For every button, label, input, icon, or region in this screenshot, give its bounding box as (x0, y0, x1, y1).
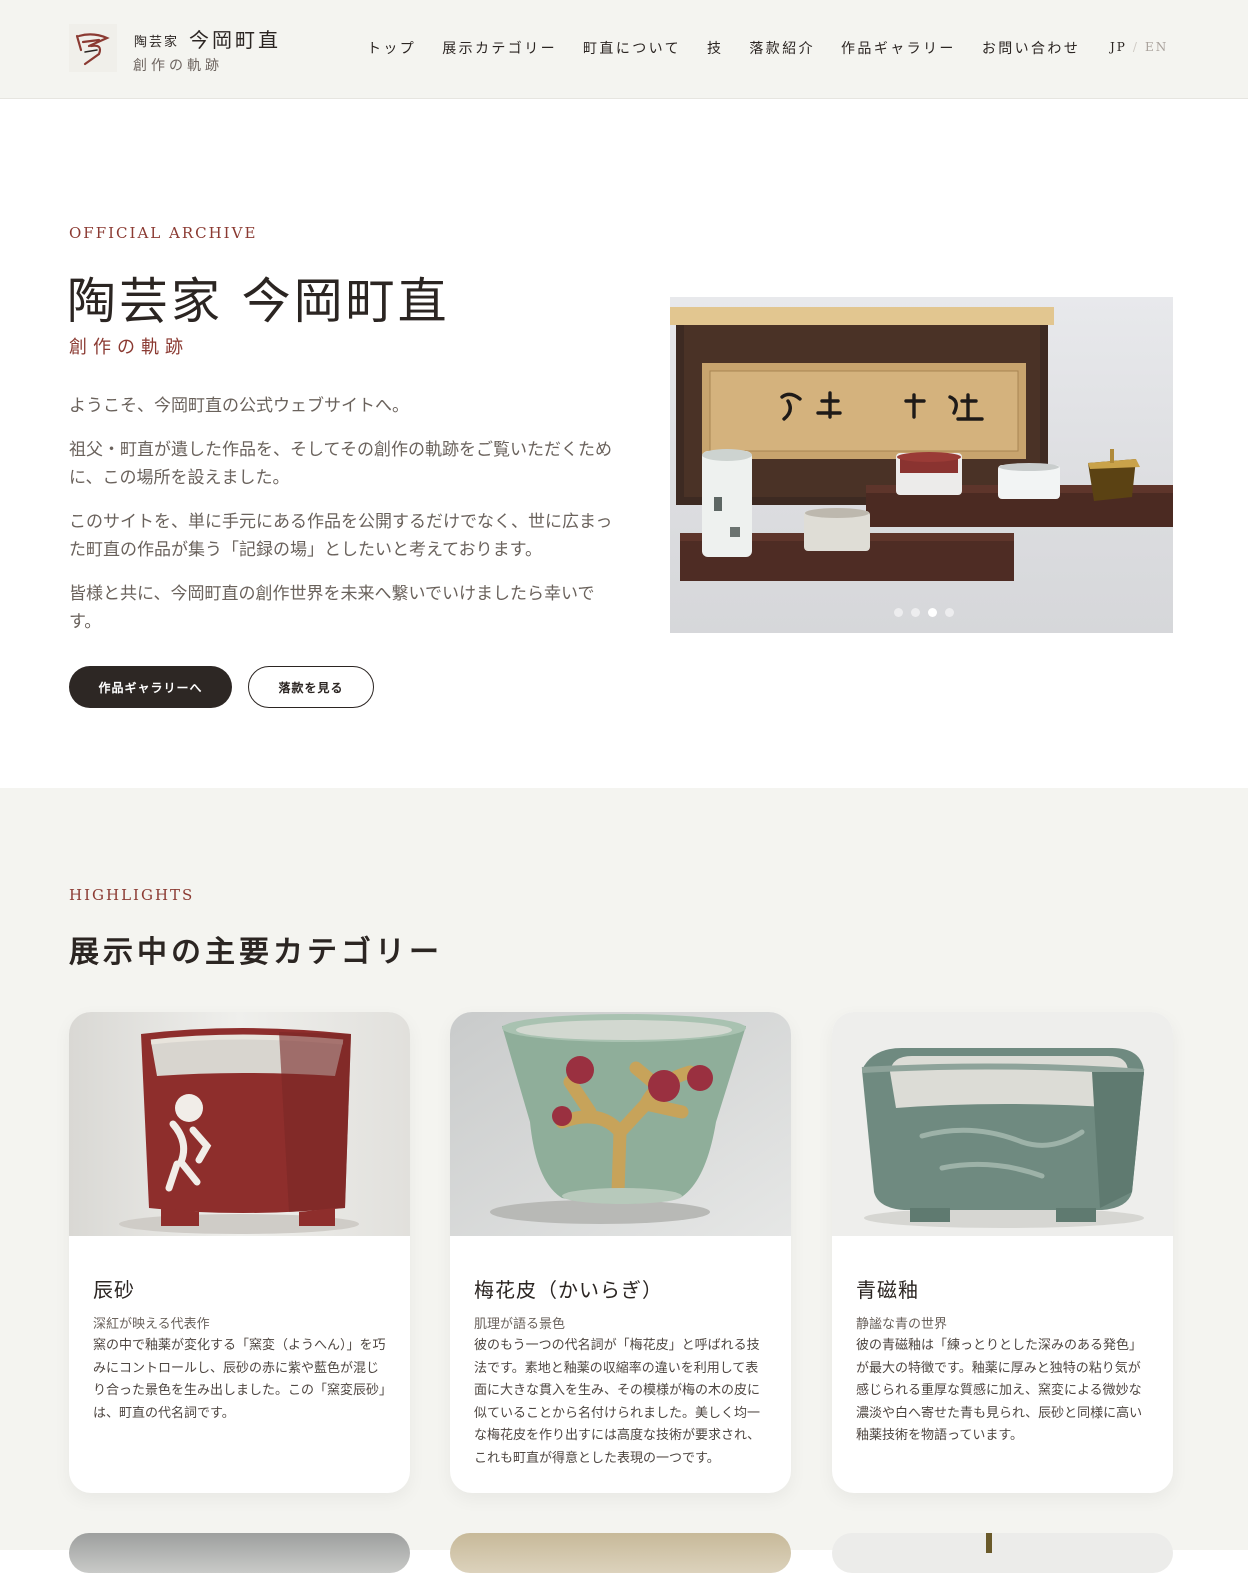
highlights-eyebrow: HIGHLIGHTS (69, 886, 195, 904)
nav-item-contact[interactable]: お問い合わせ (982, 38, 1080, 60)
logo-name[interactable]: 今岡町直 (189, 24, 281, 53)
slider-dot-active[interactable] (928, 608, 937, 617)
nav-item-top[interactable]: トップ (367, 38, 416, 60)
hero-paragraph: 祖父・町直が遺した作品を、そしてその創作の軌跡をご覧いただくために、この場所を設… (69, 440, 612, 488)
card-title: 辰砂 (93, 1278, 135, 1302)
card-description: 彼のもう一つの代名詞が「梅花皮」と呼ばれる技法です。素地と釉薬の収縮率の違いを利… (474, 1338, 761, 1466)
site-header: 陶芸家 今岡町直 創作の軌跡 トップ 展示カテゴリー 町直について 技 落款紹介… (0, 0, 1248, 99)
slider-dot[interactable] (945, 608, 954, 617)
nav-item-categories[interactable]: 展示カテゴリー (442, 38, 557, 60)
hero-eyebrow: OFFICIAL ARCHIVE (69, 224, 258, 242)
card-title: 梅花皮（かいらぎ） (474, 1278, 663, 1302)
hero-slide-image (670, 307, 1173, 581)
category-card-next[interactable] (69, 1533, 410, 1573)
category-card-next[interactable] (832, 1533, 1173, 1573)
card-subtitle: 静謐な青の世界 (856, 1317, 948, 1332)
hero-intro: ようこそ、今岡町直の公式ウェブサイトへ。 祖父・町直が遺した作品を、そしてその創… (69, 392, 617, 652)
category-card-shinsha[interactable]: 辰砂 深紅が映える代表作 窯の中で釉薬が変化する「窯変（ようへん）」を巧みにコン… (69, 1012, 410, 1493)
card-subtitle: 深紅が映える代表作 (93, 1317, 210, 1332)
logo-icon[interactable] (69, 24, 117, 72)
card-image (69, 1012, 410, 1236)
category-card-next[interactable] (450, 1533, 791, 1573)
gallery-button[interactable]: 作品ギャラリーへ (69, 666, 232, 708)
highlights-title: 展示中の主要カテゴリー (69, 935, 443, 970)
hero-paragraph: 皆様と共に、今岡町直の創作世界を未来へ繋いでいけましたら幸いです。 (69, 584, 595, 632)
card-image (832, 1012, 1173, 1236)
slider-dot[interactable] (911, 608, 920, 617)
slider-dot[interactable] (894, 608, 903, 617)
lang-separator: / (1132, 40, 1139, 54)
nav-item-seals[interactable]: 落款紹介 (749, 38, 815, 60)
nav-item-about[interactable]: 町直について (583, 38, 681, 60)
logo-small-text[interactable]: 陶芸家 (134, 31, 179, 50)
hero-title: 陶芸家 今岡町直 (67, 273, 450, 330)
nav-item-gallery[interactable]: 作品ギャラリー (841, 38, 956, 60)
category-card-kairagi[interactable]: 梅花皮（かいらぎ） 肌理が語る景色 彼のもう一つの代名詞が「梅花皮」と呼ばれる技… (450, 1012, 791, 1493)
lang-en-link[interactable]: EN (1145, 40, 1168, 54)
card-title: 青磁釉 (856, 1278, 919, 1302)
language-switcher: JP / EN (1110, 40, 1168, 54)
category-card-seiji[interactable]: 青磁釉 静謐な青の世界 彼の青磁釉は「練っとりとした深みのある発色」が最大の特徴… (832, 1012, 1173, 1493)
nav-item-technique[interactable]: 技 (707, 38, 723, 60)
hero-subtitle: 創作の軌跡 (69, 337, 189, 358)
seals-button[interactable]: 落款を見る (248, 666, 374, 708)
hero-paragraph: このサイトを、単に手元にある作品を公開するだけでなく、世に広まった町直の作品が集… (69, 512, 613, 560)
card-subtitle: 肌理が語る景色 (474, 1317, 566, 1332)
logo-subtitle: 創作の軌跡 (133, 58, 223, 74)
main-nav: トップ 展示カテゴリー 町直について 技 落款紹介 作品ギャラリー お問い合わせ (367, 38, 1106, 60)
card-description: 窯の中で釉薬が変化する「窯変（ようへん）」を巧みにコントロールし、辰砂の赤に紫や… (93, 1338, 386, 1421)
hero-paragraph: ようこそ、今岡町直の公式ウェブサイトへ。 (69, 396, 409, 416)
slider-dots (894, 608, 954, 617)
hero-slider[interactable] (670, 297, 1173, 633)
card-image (450, 1012, 791, 1236)
card-description: 彼の青磁釉は「練っとりとした深みのある発色」が最大の特徴です。釉薬に厚みと独特の… (856, 1338, 1143, 1444)
lang-jp-link[interactable]: JP (1110, 40, 1127, 54)
